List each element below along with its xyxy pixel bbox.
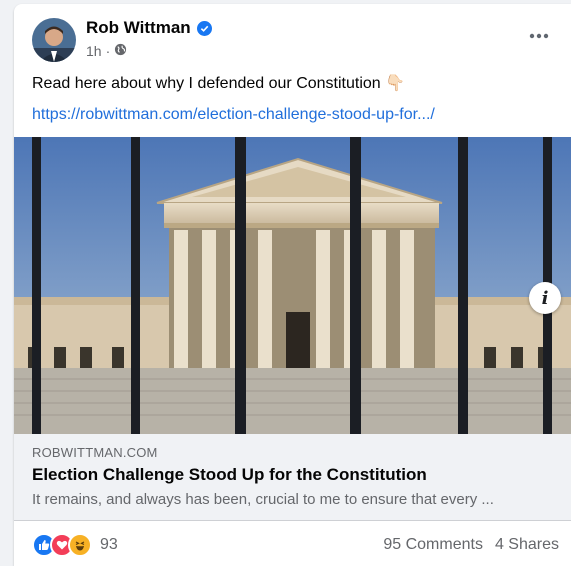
- reactions-summary[interactable]: 93: [32, 533, 118, 557]
- comments-count[interactable]: 95 Comments: [383, 536, 483, 554]
- post-time[interactable]: 1h: [86, 43, 102, 59]
- link-description: It remains, and always has been, crucial…: [32, 491, 494, 508]
- pointing-down-emoji: 👇🏻: [385, 75, 406, 92]
- author-name-row: Rob Wittman: [86, 18, 212, 38]
- link-preview[interactable]: ROBWITTMAN.COM Election Challenge Stood …: [14, 434, 571, 521]
- avatar[interactable]: [32, 18, 76, 62]
- globe-icon: [114, 43, 127, 59]
- shares-count[interactable]: 4 Shares: [495, 536, 559, 554]
- post-meta: 1h ·: [86, 43, 127, 59]
- post-header: Rob Wittman 1h ·: [14, 4, 571, 68]
- link-domain: ROBWITTMAN.COM: [32, 445, 158, 460]
- post-body-text: Read here about why I defended our Const…: [32, 75, 381, 92]
- post-card: Rob Wittman 1h · Read here about why I d…: [14, 4, 571, 566]
- author-name[interactable]: Rob Wittman: [86, 18, 191, 38]
- post-stats: 95 Comments 4 Shares: [383, 536, 559, 554]
- reaction-count: 93: [100, 536, 118, 553]
- more-options-icon[interactable]: [525, 26, 553, 46]
- post-text: Read here about why I defended our Const…: [32, 74, 405, 94]
- info-icon[interactable]: i: [529, 282, 561, 314]
- post-link[interactable]: https://robwittman.com/election-challeng…: [32, 105, 435, 125]
- post-footer: 93 95 Comments 4 Shares: [14, 521, 571, 566]
- haha-icon: [68, 533, 92, 557]
- link-preview-image[interactable]: [14, 137, 571, 434]
- link-title[interactable]: Election Challenge Stood Up for the Cons…: [32, 465, 427, 485]
- verified-badge-icon: [196, 20, 212, 36]
